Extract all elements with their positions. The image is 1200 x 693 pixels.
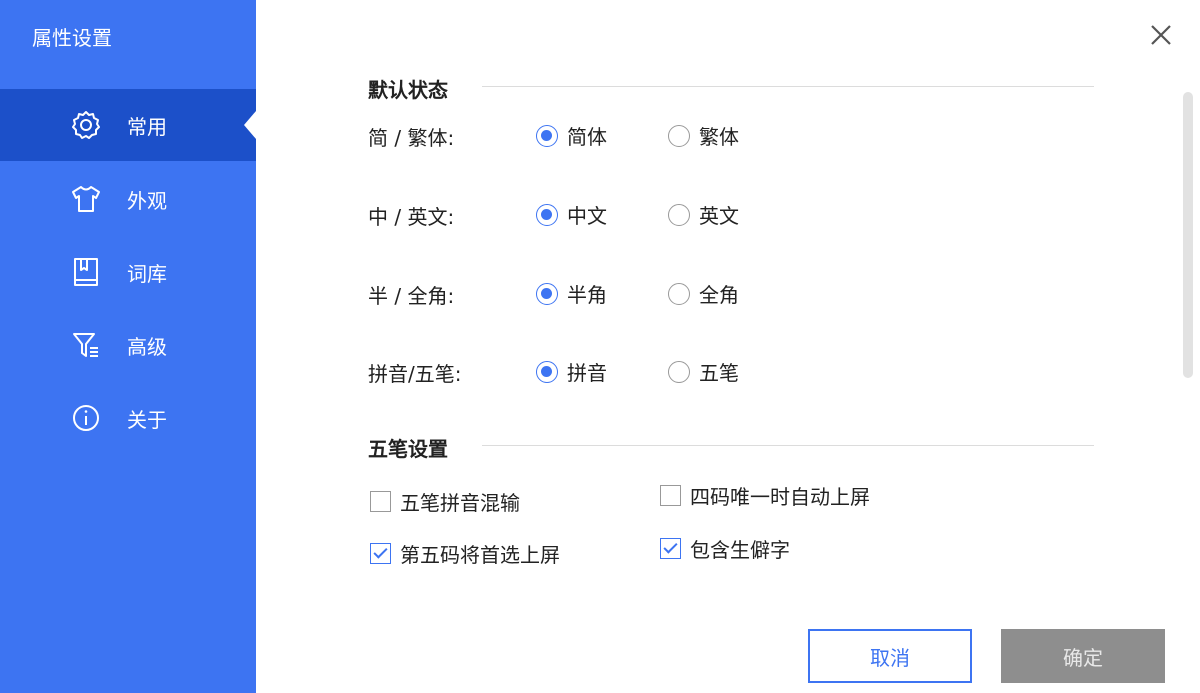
close-button[interactable]	[1148, 22, 1174, 48]
checkbox-label: 包含生僻字	[690, 538, 790, 562]
radio-pinyin[interactable]: 拼音	[536, 357, 607, 386]
row-label-chinese-english: 中 / 英文:	[368, 205, 455, 229]
radio-full-width[interactable]: 全角	[668, 279, 739, 308]
sidebar-item-label: 词库	[127, 262, 167, 286]
radio-chinese[interactable]: 中文	[536, 200, 607, 229]
row-label-half-full-width: 半 / 全角:	[368, 284, 455, 308]
radio-label: 繁体	[699, 125, 739, 149]
radio-circle	[668, 203, 690, 226]
info-icon	[70, 402, 102, 434]
sidebar-item-about[interactable]: 关于	[0, 382, 256, 454]
radio-circle	[536, 124, 558, 147]
shirt-icon	[70, 183, 102, 215]
radio-circle	[536, 360, 558, 383]
checkbox-box	[370, 491, 391, 512]
section-divider	[482, 86, 1094, 87]
sidebar-item-general[interactable]: 常用	[0, 89, 256, 161]
checkbox-box	[370, 543, 391, 564]
checkbox-label: 第五码将首选上屏	[400, 543, 560, 567]
radio-wubi[interactable]: 五笔	[668, 357, 739, 386]
book-icon	[70, 256, 102, 288]
radio-simplified[interactable]: 简体	[536, 121, 607, 150]
radio-label: 英文	[699, 204, 739, 228]
ok-button[interactable]: 确定	[1001, 629, 1165, 683]
row-label-pinyin-wubi: 拼音/五笔:	[368, 362, 462, 386]
section-title-default-state: 默认状态	[368, 78, 448, 102]
checkbox-four-code-auto-commit[interactable]: 四码唯一时自动上屏	[660, 481, 870, 510]
radio-circle	[668, 282, 690, 305]
close-icon	[1151, 25, 1171, 45]
row-label-simplified-traditional: 简 / 繁体:	[368, 126, 455, 150]
radio-circle	[536, 203, 558, 226]
radio-label: 全角	[699, 283, 739, 307]
checkbox-wubi-pinyin-mixed[interactable]: 五笔拼音混输	[370, 487, 520, 516]
checkbox-include-rare-chars[interactable]: 包含生僻字	[660, 534, 790, 563]
sidebar-item-appearance[interactable]: 外观	[0, 163, 256, 235]
filter-icon	[70, 329, 102, 361]
checkbox-box	[660, 538, 681, 559]
cancel-button[interactable]: 取消	[808, 629, 972, 683]
radio-english[interactable]: 英文	[668, 200, 739, 229]
radio-label: 半角	[567, 283, 607, 307]
sidebar: 属性设置 常用 外观 词库 高级 关于	[0, 0, 256, 693]
sidebar-item-label: 高级	[127, 335, 167, 359]
gear-icon	[70, 109, 102, 141]
radio-circle	[536, 282, 558, 305]
section-title-wubi-settings: 五笔设置	[368, 437, 448, 461]
sidebar-item-label: 外观	[127, 189, 167, 213]
radio-traditional[interactable]: 繁体	[668, 121, 739, 150]
sidebar-item-label: 常用	[127, 115, 167, 139]
sidebar-item-label: 关于	[127, 408, 167, 432]
radio-label: 五笔	[699, 361, 739, 385]
radio-label: 拼音	[567, 361, 607, 385]
checkbox-label: 四码唯一时自动上屏	[690, 485, 870, 509]
sidebar-item-advanced[interactable]: 高级	[0, 309, 256, 381]
checkbox-fifth-code-commit-first[interactable]: 第五码将首选上屏	[370, 539, 560, 568]
checkbox-label: 五笔拼音混输	[400, 491, 520, 515]
section-divider	[482, 445, 1094, 446]
scrollbar[interactable]	[1183, 92, 1193, 378]
radio-circle	[668, 124, 690, 147]
radio-label: 中文	[567, 204, 607, 228]
window-title: 属性设置	[32, 26, 112, 50]
radio-half-width[interactable]: 半角	[536, 279, 607, 308]
radio-label: 简体	[567, 125, 607, 149]
radio-circle	[668, 360, 690, 383]
checkbox-box	[660, 485, 681, 506]
sidebar-item-dictionary[interactable]: 词库	[0, 236, 256, 308]
